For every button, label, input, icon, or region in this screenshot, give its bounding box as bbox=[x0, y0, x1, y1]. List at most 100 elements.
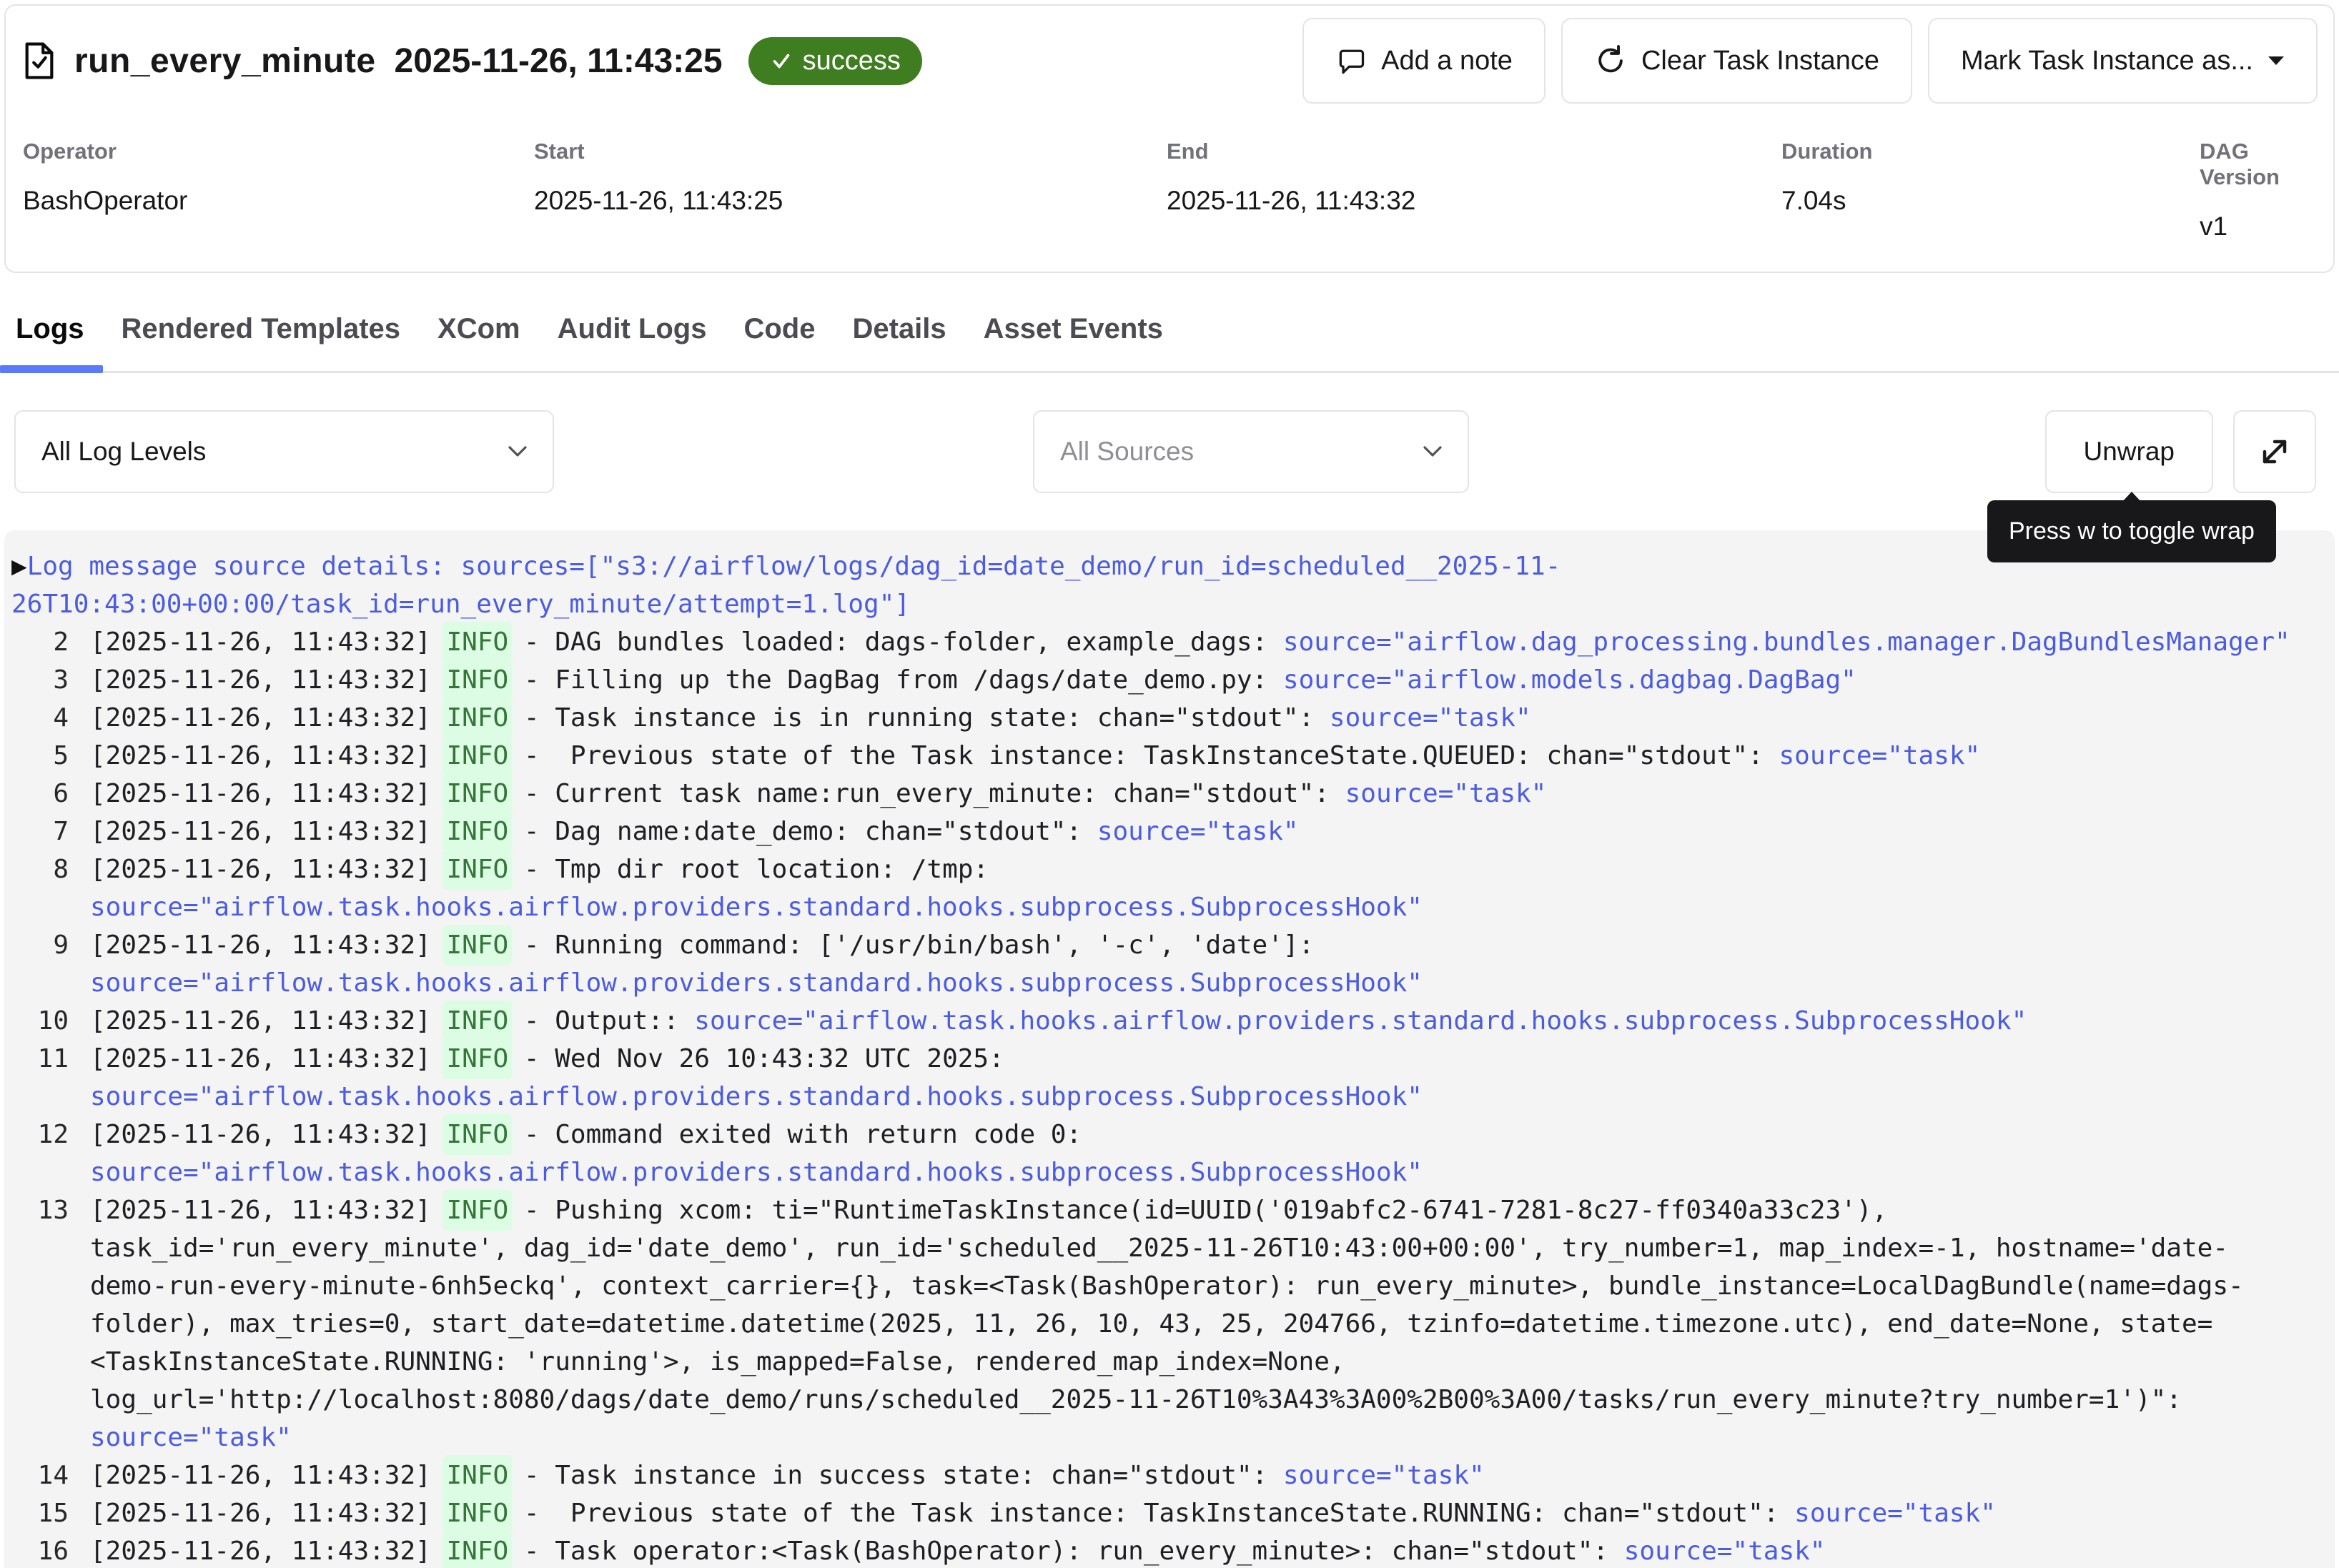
log-source-summary-text: Log message source details: sources=["s3… bbox=[11, 552, 1561, 619]
task-doc-check-icon bbox=[23, 42, 56, 79]
log-source-link[interactable]: source="task" bbox=[1097, 817, 1299, 846]
meta-dag-version: DAG Version v1 bbox=[2200, 139, 2318, 242]
log-source-link[interactable]: source="task" bbox=[1330, 703, 1531, 733]
log-level-badge: INFO bbox=[442, 925, 513, 966]
log-line-content: [2025-11-26, 11:43:32] INFO - Output:: s… bbox=[90, 1002, 2292, 1040]
note-bubble-icon bbox=[1335, 45, 1367, 76]
log-line-content: [2025-11-26, 11:43:32] INFO - Dag name:d… bbox=[90, 813, 2292, 850]
log-line: 15[2025-11-26, 11:43:32] INFO - Previous… bbox=[11, 1494, 2292, 1532]
wrap-tooltip: Press w to toggle wrap bbox=[1987, 500, 2276, 562]
log-message-text: - Running command: ['/usr/bin/bash', '-c… bbox=[508, 931, 1330, 960]
log-line-number: 10 bbox=[11, 1002, 69, 1040]
log-level-badge: INFO bbox=[442, 773, 513, 814]
clear-task-instance-button[interactable]: Clear Task Instance bbox=[1561, 18, 1912, 104]
meta-operator: Operator BashOperator bbox=[23, 139, 534, 242]
log-line: 5 [2025-11-26, 11:43:32] INFO - Previous … bbox=[11, 737, 2292, 775]
log-source-link[interactable]: source="task" bbox=[1345, 779, 1547, 808]
tab-xcom[interactable]: XCom bbox=[419, 313, 539, 371]
tab-audit-logs[interactable]: Audit Logs bbox=[539, 313, 726, 371]
log-line: 13[2025-11-26, 11:43:32] INFO - Pushing … bbox=[11, 1191, 2292, 1457]
log-line-content: [2025-11-26, 11:43:32] INFO - Running co… bbox=[90, 926, 2292, 1002]
meta-value: v1 bbox=[2200, 212, 2318, 242]
log-line-number: 8 bbox=[11, 850, 69, 926]
log-source-link[interactable]: source="airflow.task.hooks.airflow.provi… bbox=[90, 1158, 1423, 1187]
log-level-badge: INFO bbox=[442, 811, 513, 852]
log-level-badge: INFO bbox=[442, 1190, 513, 1231]
log-line-content: [2025-11-26, 11:43:32] INFO - Current ta… bbox=[90, 775, 2292, 813]
tab-details[interactable]: Details bbox=[834, 313, 964, 371]
log-level-select[interactable]: All Log Levels bbox=[14, 410, 554, 493]
log-source-link[interactable]: source="airflow.models.dagbag.DagBag" bbox=[1283, 665, 1856, 695]
mark-task-instance-as-button[interactable]: Mark Task Instance as... bbox=[1928, 18, 2318, 104]
log-lines: 2[2025-11-26, 11:43:32] INFO - DAG bundl… bbox=[11, 623, 2292, 1568]
log-message-text: - Filling up the DagBag from /dags/date_… bbox=[508, 665, 1283, 695]
log-line: 11[2025-11-26, 11:43:32] INFO - Wed Nov … bbox=[11, 1040, 2292, 1116]
log-source-link[interactable]: source="task" bbox=[1283, 1461, 1485, 1490]
log-message-text: - Tmp dir root location: /tmp: bbox=[508, 855, 1004, 884]
log-message-text: - Previous state of the Task instance: T… bbox=[508, 741, 1779, 770]
log-source-link[interactable]: source="airflow.task.hooks.airflow.provi… bbox=[90, 968, 1423, 998]
log-line: 7[2025-11-26, 11:43:32] INFO - Dag name:… bbox=[11, 813, 2292, 850]
log-message-text: - Current task name:run_every_minute: ch… bbox=[508, 779, 1345, 808]
tab-rendered-templates[interactable]: Rendered Templates bbox=[103, 313, 420, 371]
log-viewer[interactable]: ▶Log message source details: sources=["s… bbox=[4, 530, 2335, 1568]
meta-value: 2025-11-26, 11:43:25 bbox=[534, 186, 1167, 216]
log-line-content: [2025-11-26, 11:43:32] INFO - Command ex… bbox=[90, 1116, 2292, 1191]
log-line-number: 12 bbox=[11, 1116, 69, 1191]
log-message-text: - Task instance is in running state: cha… bbox=[508, 703, 1330, 733]
log-line: 8[2025-11-26, 11:43:32] INFO - Tmp dir r… bbox=[11, 850, 2292, 926]
log-line-number: 3 bbox=[11, 661, 69, 699]
expand-arrows-icon bbox=[2258, 435, 2292, 469]
chevron-down-icon bbox=[508, 446, 527, 457]
task-instance-header-card: run_every_minute 2025-11-26, 11:43:25 su… bbox=[4, 4, 2335, 273]
tab-code[interactable]: Code bbox=[725, 313, 834, 371]
expander-triangle-icon[interactable]: ▶ bbox=[11, 552, 27, 581]
clear-task-instance-label: Clear Task Instance bbox=[1641, 46, 1879, 76]
log-source-link[interactable]: source="airflow.task.hooks.airflow.provi… bbox=[694, 1006, 2027, 1036]
log-line-content: [2025-11-26, 11:43:32] INFO - Previous s… bbox=[90, 737, 2292, 775]
log-line: 2[2025-11-26, 11:43:32] INFO - DAG bundl… bbox=[11, 623, 2292, 661]
log-message-text: - Task operator:<Task(BashOperator): run… bbox=[508, 1537, 1624, 1566]
caret-down-icon bbox=[2268, 56, 2285, 66]
log-level-badge: INFO bbox=[442, 849, 513, 890]
log-line-number: 5 bbox=[11, 737, 69, 775]
meta-start: Start 2025-11-26, 11:43:25 bbox=[534, 139, 1167, 242]
log-filter-row: All Log Levels All Sources Unwrap bbox=[0, 410, 2339, 493]
log-line-number: 6 bbox=[11, 775, 69, 813]
wrap-tooltip-text: Press w to toggle wrap bbox=[2009, 517, 2255, 545]
log-line: 12 [2025-11-26, 11:43:32] INFO - Command … bbox=[11, 1116, 2292, 1191]
log-source-link[interactable]: source="airflow.task.hooks.airflow.provi… bbox=[90, 893, 1423, 922]
add-note-label: Add a note bbox=[1381, 46, 1513, 76]
log-level-badge: INFO bbox=[442, 622, 513, 663]
log-source-link[interactable]: source="task" bbox=[1794, 1499, 1996, 1528]
log-message-text: - Pushing xcom: ti="RuntimeTaskInstance(… bbox=[90, 1196, 2244, 1414]
log-level-badge: INFO bbox=[442, 735, 513, 776]
tab-bar: Logs Rendered Templates XCom Audit Logs … bbox=[0, 313, 2339, 373]
log-message-text: - Command exited with return code 0: bbox=[508, 1120, 1097, 1149]
meta-value: BashOperator bbox=[23, 186, 534, 216]
meta-label: End bbox=[1167, 139, 1781, 164]
log-line-number: 13 bbox=[11, 1191, 69, 1457]
log-line-content: [2025-11-26, 11:43:32] INFO - Pushing xc… bbox=[90, 1191, 2292, 1457]
log-line-content: [2025-11-26, 11:43:32] INFO - DAG bundle… bbox=[90, 623, 2292, 661]
fullscreen-button[interactable] bbox=[2233, 410, 2316, 493]
meta-value: 2025-11-26, 11:43:32 bbox=[1167, 186, 1781, 216]
log-source-select[interactable]: All Sources bbox=[1033, 410, 1469, 493]
mark-task-instance-as-label: Mark Task Instance as... bbox=[1961, 46, 2253, 76]
log-source-link[interactable]: source="airflow.task.hooks.airflow.provi… bbox=[90, 1082, 1423, 1111]
tab-asset-events[interactable]: Asset Events bbox=[965, 313, 1182, 371]
refresh-icon bbox=[1594, 44, 1627, 77]
log-message-text: - Wed Nov 26 10:43:32 UTC 2025: bbox=[508, 1044, 1019, 1073]
tab-logs[interactable]: Logs bbox=[0, 313, 103, 371]
log-line: 16[2025-11-26, 11:43:32] INFO - Task ope… bbox=[11, 1532, 2292, 1568]
status-badge: success bbox=[748, 37, 922, 85]
log-source-link[interactable]: source="task" bbox=[1779, 741, 1980, 770]
log-source-select-placeholder: All Sources bbox=[1060, 437, 1194, 467]
log-source-link[interactable]: source="task" bbox=[1624, 1537, 1826, 1566]
add-note-button[interactable]: Add a note bbox=[1302, 18, 1546, 104]
log-source-link[interactable]: source="airflow.dag_processing.bundles.m… bbox=[1283, 627, 2290, 657]
log-line-content: [2025-11-26, 11:43:32] INFO - Wed Nov 26… bbox=[90, 1040, 2292, 1116]
log-source-link[interactable]: source="task" bbox=[90, 1423, 292, 1452]
tooltip-arrow bbox=[2121, 481, 2142, 503]
log-message-text: - DAG bundles loaded: dags-folder, examp… bbox=[508, 627, 1283, 657]
